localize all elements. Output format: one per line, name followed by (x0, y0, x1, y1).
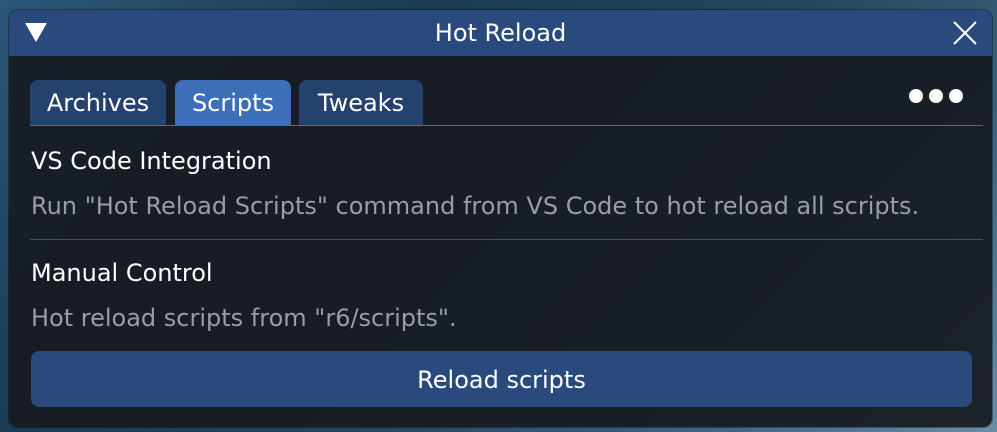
section-divider (30, 239, 983, 240)
tab-underline (30, 125, 983, 126)
tab-tweaks[interactable]: Tweaks (299, 80, 423, 125)
tab-scripts[interactable]: Scripts (175, 80, 291, 125)
manual-control-heading: Manual Control (31, 259, 213, 287)
hot-reload-window: Hot Reload Archives Scripts Tweaks VS Co… (9, 10, 992, 427)
vscode-integration-description: Run "Hot Reload Scripts" command from VS… (31, 192, 920, 220)
window-title: Hot Reload (434, 19, 567, 47)
vscode-integration-heading: VS Code Integration (31, 147, 272, 175)
close-icon[interactable] (952, 20, 978, 46)
tab-archives[interactable]: Archives (30, 80, 166, 125)
reload-scripts-button[interactable]: Reload scripts (31, 351, 972, 407)
more-horizontal-icon[interactable] (909, 88, 963, 104)
manual-control-description: Hot reload scripts from "r6/scripts". (31, 304, 457, 332)
titlebar: Hot Reload (9, 10, 992, 56)
